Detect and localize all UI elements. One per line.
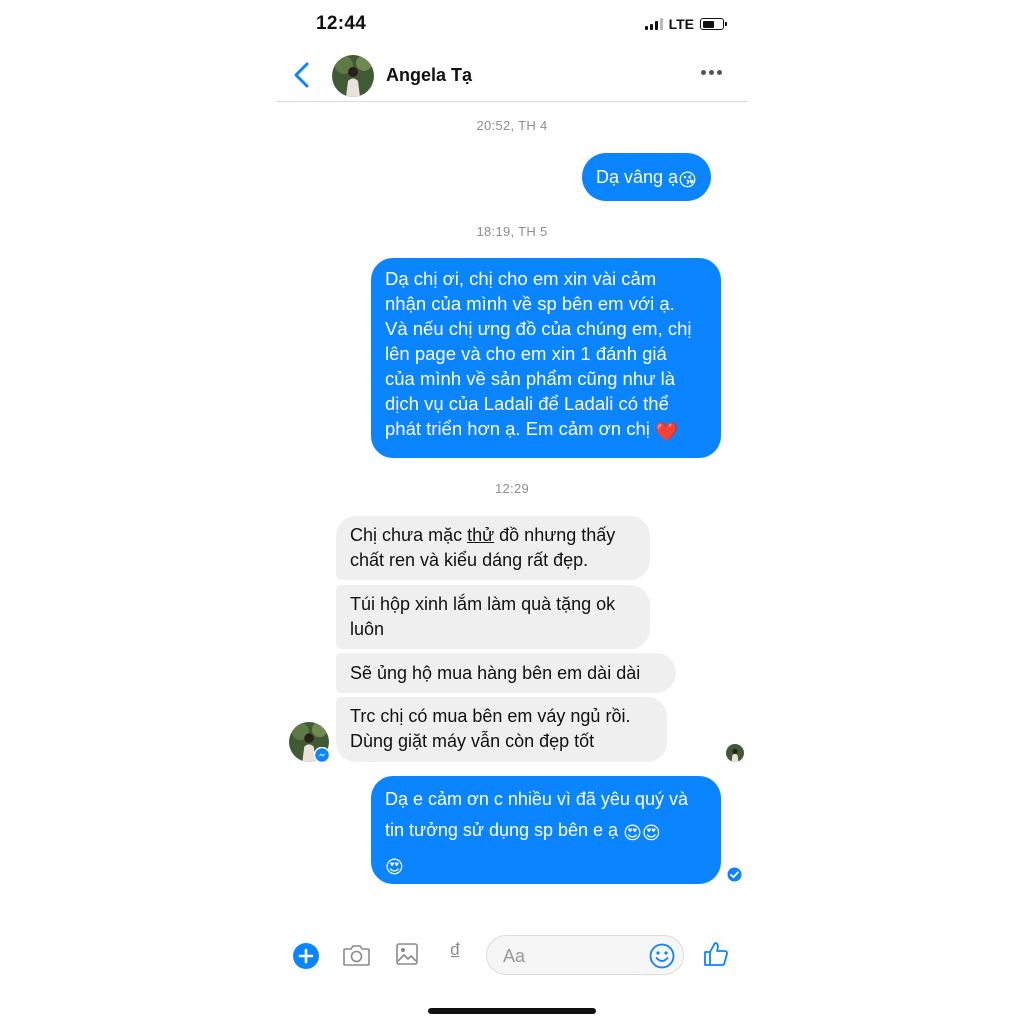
message-text: Trc chị có mua bên em váy ngủ rồi. Dùng … <box>350 706 631 751</box>
message-input-placeholder: Aa <box>503 946 526 966</box>
like-icon[interactable] <box>702 940 730 968</box>
message-text: Sẽ ủng hộ mua hàng bên em dài dài <box>350 663 641 683</box>
timestamp: 20:52, TH 4 <box>476 118 548 133</box>
incoming-message[interactable]: Trc chị có mua bên em váy ngủ rồi. Dùng … <box>336 697 667 762</box>
payment-icon[interactable]: ₫ <box>449 939 461 967</box>
incoming-message[interactable]: Túi hộp xinh lắm làm quà tặng ok luôn <box>336 585 650 649</box>
composer-bar: ₫ Aa <box>276 934 748 978</box>
battery-icon <box>700 18 727 30</box>
home-indicator[interactable] <box>428 1008 596 1014</box>
message-input[interactable]: Aa <box>486 935 684 975</box>
incoming-message[interactable]: Chị chưa mặc thử đồ nhưng thấy chất ren … <box>336 516 650 580</box>
message-text: Dạ vâng ạ <box>596 167 679 187</box>
conversation-header: Angela Tạ <box>276 50 748 102</box>
network-label: LTE <box>668 16 694 32</box>
status-indicators: LTE <box>644 16 727 32</box>
heart-emoji-icon: ❤️ <box>655 421 679 442</box>
timestamp: 18:19, TH 5 <box>476 224 548 239</box>
camera-icon[interactable] <box>342 943 371 967</box>
outgoing-message[interactable]: Dạ vâng ạ😘 <box>582 153 711 201</box>
heart-eyes-emoji-icon: 😍😍 <box>623 823 661 843</box>
status-time: 12:44 <box>316 13 367 34</box>
incoming-message[interactable]: Sẽ ủng hộ mua hàng bên em dài dài <box>336 653 676 693</box>
heart-eyes-emoji-icon: 😍 <box>385 857 404 877</box>
message-text: Chị chưa mặc <box>350 525 468 545</box>
back-icon[interactable] <box>290 60 314 90</box>
contact-avatar[interactable] <box>332 55 374 97</box>
message-text: Dạ chị ơi, chị cho em xin vài cảm nhận c… <box>385 268 692 439</box>
underlined-word[interactable]: thử <box>467 525 494 545</box>
outgoing-message[interactable]: Dạ chị ơi, chị cho em xin vài cảm nhận c… <box>371 258 721 458</box>
message-text: Túi hộp xinh lắm làm quà tặng ok luôn <box>350 594 616 639</box>
timestamp: 12:29 <box>494 481 530 496</box>
emoji-icon[interactable] <box>649 943 675 969</box>
kiss-emoji-icon: 😘 <box>678 170 697 190</box>
plus-icon[interactable] <box>292 942 320 970</box>
image-icon[interactable] <box>395 942 419 966</box>
contact-name[interactable]: Angela Tạ <box>386 65 472 86</box>
seen-check-icon <box>727 867 742 882</box>
more-icon[interactable] <box>701 70 722 75</box>
seen-avatar <box>726 744 744 762</box>
messenger-screen: 12:44 LTE Angela Tạ 20:52, TH 4 Dạ vâng … <box>276 0 748 1024</box>
outgoing-message[interactable]: Dạ e cảm ơn c nhiều vì đã yêu quý và tin… <box>371 776 721 884</box>
signal-icon <box>644 18 663 30</box>
messenger-badge-icon <box>314 747 330 763</box>
